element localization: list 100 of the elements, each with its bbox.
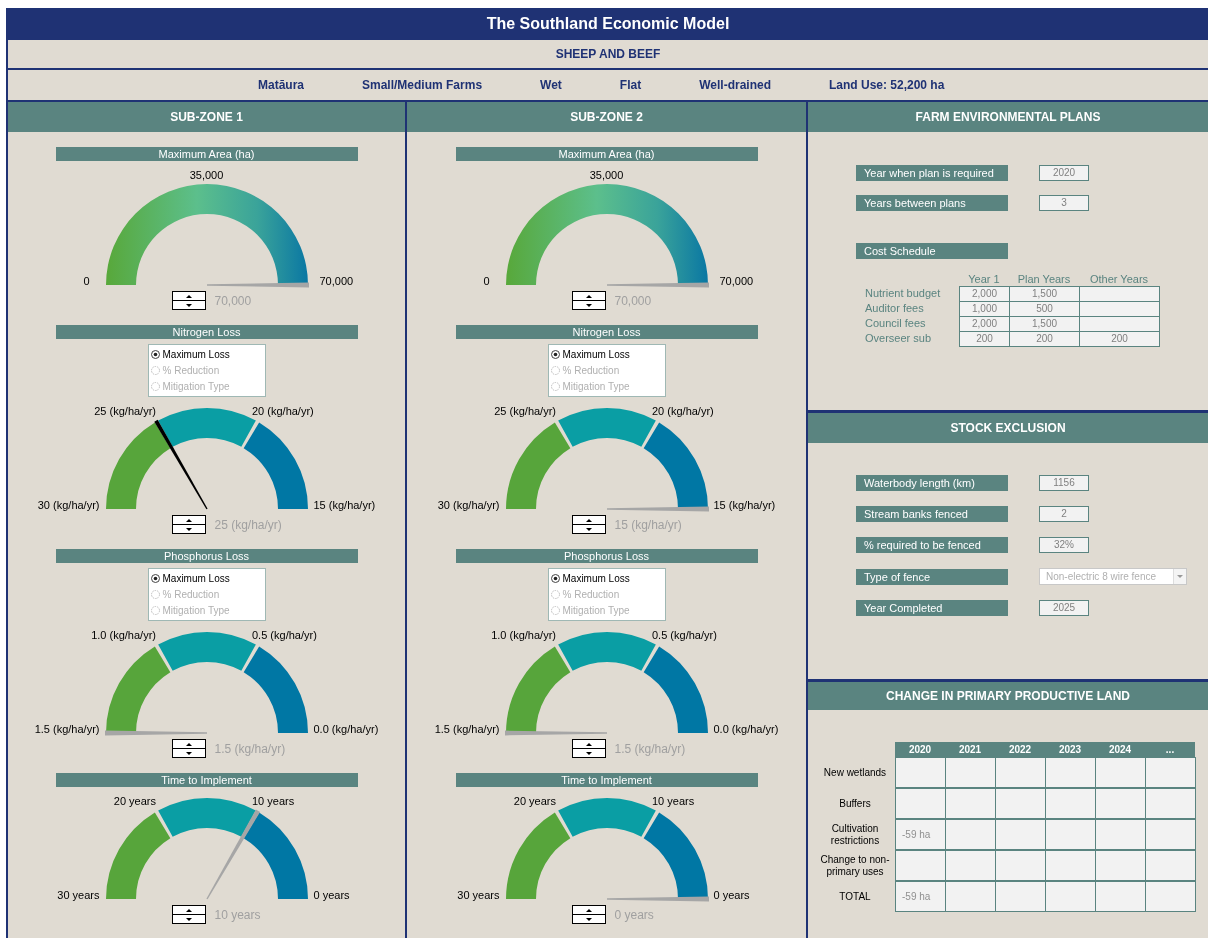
radio-icon[interactable] bbox=[550, 590, 560, 599]
radio-option[interactable]: Mitigation Type bbox=[150, 381, 265, 393]
decrement-button[interactable] bbox=[571, 749, 606, 758]
table-cell: 1,500 bbox=[1009, 316, 1080, 332]
dashboard-title: The Southland Economic Model bbox=[8, 8, 1208, 40]
radio-option[interactable]: Maximum Loss bbox=[550, 572, 665, 584]
value-field[interactable]: 2 bbox=[1039, 506, 1089, 522]
scale-label: 70,000 bbox=[719, 275, 754, 288]
scale-label: 0 years bbox=[713, 889, 750, 902]
table-cell: -59 ha bbox=[895, 881, 946, 912]
up-arrow-icon bbox=[585, 294, 592, 298]
scale-label: 1.0 (kg/ha/yr) bbox=[491, 628, 556, 642]
decrement-button[interactable] bbox=[171, 525, 206, 534]
filter-label: Wet bbox=[540, 78, 562, 92]
decrement-button[interactable] bbox=[171, 749, 206, 758]
radio-icon[interactable] bbox=[550, 606, 560, 616]
column-header: Year 1 bbox=[967, 273, 1001, 286]
increment-button[interactable] bbox=[571, 905, 606, 915]
table-cell bbox=[1095, 881, 1146, 912]
table-cell bbox=[1095, 757, 1146, 788]
table-cell bbox=[1045, 819, 1096, 850]
radio-icon[interactable] bbox=[550, 573, 560, 583]
scale-label: 20 (kg/ha/yr) bbox=[652, 404, 714, 418]
gauge-reading: 25 (kg/ha/yr) bbox=[214, 517, 283, 532]
scale-label: 20 years bbox=[513, 794, 556, 808]
column-header: 2023 bbox=[1045, 742, 1095, 757]
row-label: Nutrient budget bbox=[865, 286, 942, 301]
radio-option[interactable]: Mitigation Type bbox=[550, 605, 665, 617]
radio-option[interactable]: % Reduction bbox=[550, 589, 665, 600]
filter-label: Small/Medium Farms bbox=[362, 78, 483, 92]
table-cell bbox=[945, 788, 996, 819]
radio-icon[interactable] bbox=[550, 382, 560, 392]
filter-label: Matāura bbox=[258, 78, 304, 92]
decrement-button[interactable] bbox=[571, 525, 606, 534]
scale-label: 1.5 (kg/ha/yr) bbox=[434, 723, 500, 736]
radio-option[interactable]: % Reduction bbox=[150, 365, 265, 376]
table-cell bbox=[995, 850, 1046, 881]
radio-option[interactable]: Maximum Loss bbox=[550, 348, 665, 360]
value-field[interactable]: 3 bbox=[1039, 195, 1089, 211]
increment-button[interactable] bbox=[171, 515, 206, 525]
value-field[interactable]: 2025 bbox=[1039, 600, 1089, 616]
decrement-button[interactable] bbox=[571, 301, 606, 310]
value-field[interactable]: 32% bbox=[1039, 537, 1089, 553]
scale-label: 15 (kg/ha/yr) bbox=[713, 499, 776, 512]
radio-option[interactable]: % Reduction bbox=[550, 365, 665, 376]
table-cell bbox=[945, 850, 996, 881]
panel-header: FARM ENVIRONMENTAL PLANS bbox=[808, 102, 1208, 132]
increment-button[interactable] bbox=[171, 905, 206, 915]
scale-label: 1.0 (kg/ha/yr) bbox=[91, 628, 156, 642]
scale-label: 15 (kg/ha/yr) bbox=[313, 499, 376, 512]
scale-label: 35,000 bbox=[189, 169, 224, 182]
radio-icon[interactable] bbox=[150, 590, 160, 599]
radio-icon[interactable] bbox=[150, 573, 160, 583]
column-header: 2021 bbox=[945, 742, 995, 757]
radio-option[interactable]: Maximum Loss bbox=[150, 348, 265, 360]
increment-button[interactable] bbox=[571, 515, 606, 525]
scale-label: 0.0 (kg/ha/yr) bbox=[713, 723, 779, 736]
radio-icon[interactable] bbox=[150, 606, 160, 616]
column-header: 2022 bbox=[995, 742, 1045, 757]
decrement-button[interactable] bbox=[171, 915, 206, 924]
decrement-button[interactable] bbox=[171, 301, 206, 310]
decrement-button[interactable] bbox=[571, 915, 606, 924]
radio-option[interactable]: % Reduction bbox=[150, 589, 265, 600]
fence-type-dropdown[interactable]: Non-electric 8 wire fence bbox=[1039, 568, 1187, 585]
radio-icon[interactable] bbox=[150, 366, 160, 375]
radio-icon[interactable] bbox=[150, 382, 160, 392]
radio-option[interactable]: Maximum Loss bbox=[150, 572, 265, 584]
radio-icon[interactable] bbox=[550, 366, 560, 375]
radio-icon[interactable] bbox=[550, 349, 560, 359]
column-header: SUB-ZONE 2 bbox=[407, 102, 806, 132]
gauge-reading: 10 years bbox=[214, 907, 262, 922]
table-cell bbox=[1045, 881, 1096, 912]
table-cell: 200 bbox=[959, 331, 1010, 347]
scale-label: 25 (kg/ha/yr) bbox=[94, 404, 156, 418]
table-cell bbox=[1095, 819, 1146, 850]
increment-button[interactable] bbox=[171, 291, 206, 301]
down-arrow-icon bbox=[585, 527, 592, 531]
table-cell: 1,000 bbox=[959, 301, 1010, 317]
field-label: Waterbody length (km) bbox=[856, 475, 1008, 491]
field-label: Year Completed bbox=[856, 600, 1008, 616]
increment-button[interactable] bbox=[171, 739, 206, 749]
increment-button[interactable] bbox=[571, 739, 606, 749]
table-cell: -59 ha bbox=[895, 819, 946, 850]
gauge-title: Time to Implement bbox=[55, 773, 358, 787]
value-field[interactable]: 1156 bbox=[1039, 475, 1089, 491]
filter-label: Land Use: 52,200 ha bbox=[829, 78, 945, 92]
gauge-title: Nitrogen Loss bbox=[55, 325, 358, 339]
radio-option[interactable]: Mitigation Type bbox=[150, 605, 265, 617]
gauge-reading: 70,000 bbox=[614, 293, 653, 308]
value-field[interactable]: 2020 bbox=[1039, 165, 1089, 181]
row-label: Council fees bbox=[865, 316, 927, 331]
scale-label: 25 (kg/ha/yr) bbox=[494, 404, 556, 418]
gauge-title: Maximum Area (ha) bbox=[455, 147, 758, 161]
table-cell bbox=[995, 788, 1046, 819]
increment-button[interactable] bbox=[571, 291, 606, 301]
table-cell bbox=[945, 757, 996, 788]
radio-icon[interactable] bbox=[150, 349, 160, 359]
radio-option[interactable]: Mitigation Type bbox=[550, 381, 665, 393]
gauge-title: Time to Implement bbox=[455, 773, 758, 787]
scale-label: 30 (kg/ha/yr) bbox=[37, 499, 100, 512]
